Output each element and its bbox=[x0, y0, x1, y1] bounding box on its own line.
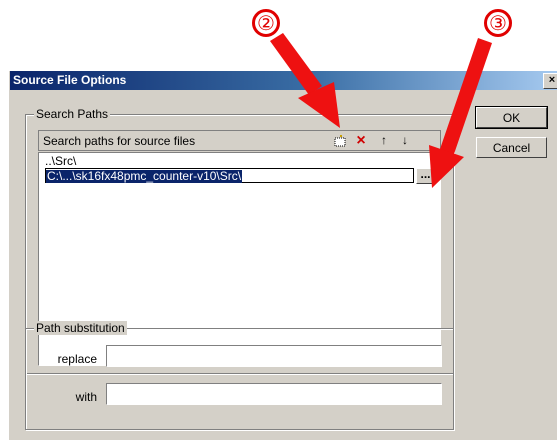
annotation-arrows bbox=[270, 33, 492, 188]
callout-2: ② bbox=[252, 9, 280, 37]
arrow-2 bbox=[270, 33, 340, 128]
arrow-3 bbox=[429, 38, 492, 188]
callout-3: ③ bbox=[484, 9, 512, 37]
